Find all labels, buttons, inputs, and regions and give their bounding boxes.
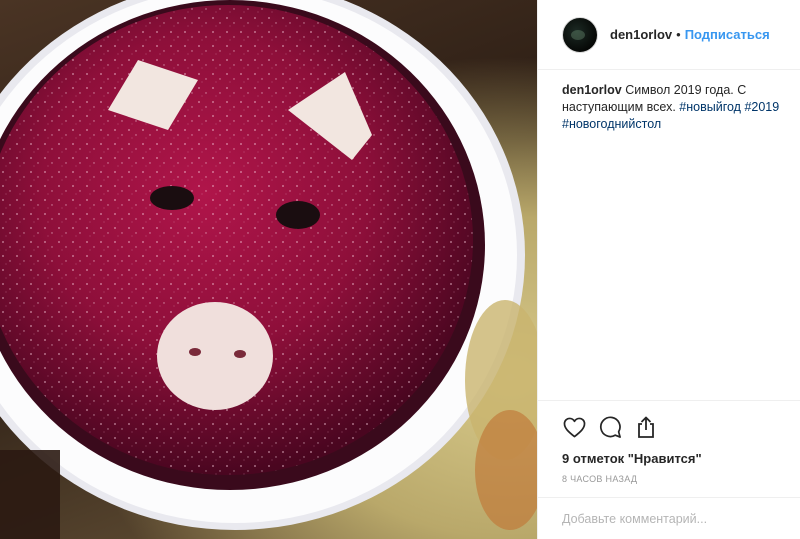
caption-username[interactable]: den1orlov bbox=[562, 83, 622, 97]
hashtag-link[interactable]: #новогоднийстол bbox=[562, 117, 661, 131]
salad-image bbox=[0, 0, 537, 539]
post-header: den1orlov • Подписаться bbox=[538, 0, 800, 70]
header-names: den1orlov • Подписаться bbox=[610, 27, 770, 42]
separator-dot: • bbox=[676, 27, 681, 42]
avatar[interactable] bbox=[562, 16, 598, 53]
follow-button[interactable]: Подписаться bbox=[685, 27, 770, 42]
post-timestamp[interactable]: 8 часов назад bbox=[562, 474, 784, 484]
hashtag-link[interactable]: #2019 bbox=[744, 100, 779, 114]
post-actions: 9 отметок "Нравится" 8 часов назад bbox=[538, 400, 800, 484]
post-side-panel: den1orlov • Подписаться den1orlov Символ… bbox=[537, 0, 800, 539]
share-upload-icon[interactable] bbox=[634, 415, 658, 439]
post-photo[interactable] bbox=[0, 0, 537, 539]
username-link[interactable]: den1orlov bbox=[610, 27, 672, 42]
heart-outline-icon[interactable] bbox=[562, 415, 586, 439]
hashtag-link[interactable]: #новыйгод bbox=[679, 100, 741, 114]
action-icons bbox=[562, 415, 784, 439]
post-caption: den1orlov Символ 2019 года. С наступающи… bbox=[538, 70, 800, 370]
likes-count[interactable]: 9 отметок "Нравится" bbox=[562, 451, 784, 466]
speech-bubble-icon[interactable] bbox=[598, 415, 622, 439]
comment-box bbox=[538, 497, 800, 539]
comment-input[interactable] bbox=[562, 511, 784, 526]
